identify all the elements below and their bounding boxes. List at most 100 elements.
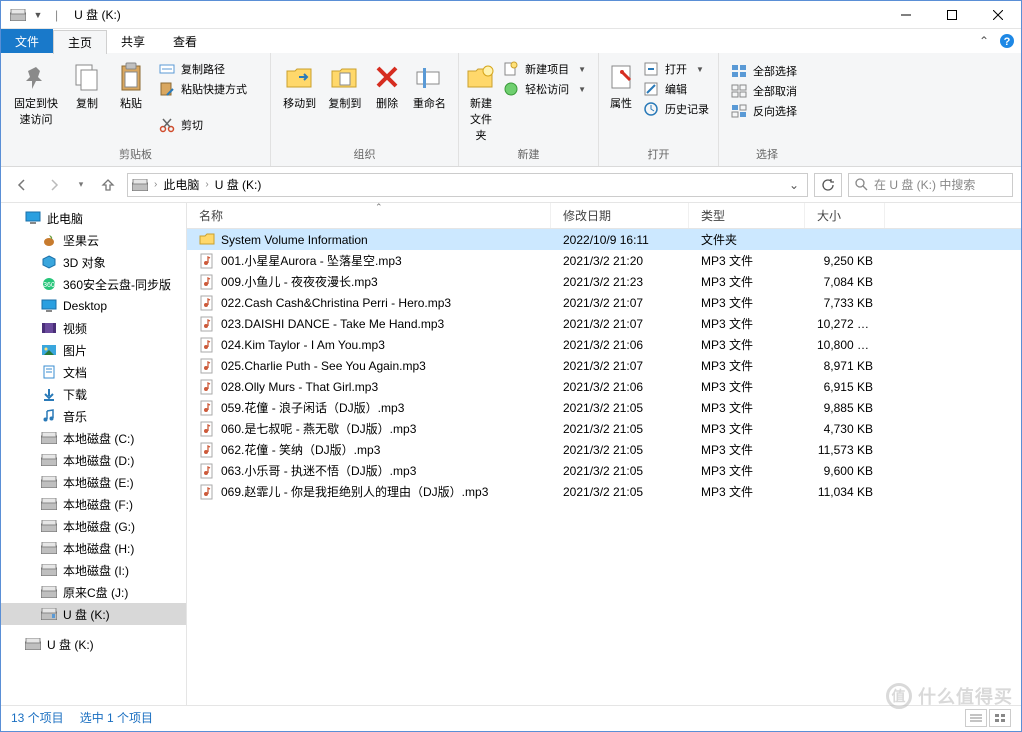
col-size[interactable]: 大小 (805, 203, 885, 228)
edit-button[interactable]: 编辑 (643, 81, 709, 97)
easy-access-button[interactable]: 轻松访问▼ (503, 81, 586, 97)
nav-item[interactable]: Desktop (1, 295, 186, 317)
file-row[interactable]: 062.花僮 - 笑纳（DJ版）.mp32021/3/2 21:05MP3 文件… (187, 439, 1021, 460)
copy-button[interactable]: 复制 (65, 57, 109, 144)
nav-item[interactable]: 本地磁盘 (H:) (1, 537, 186, 559)
copy-path-button[interactable]: 复制路径 (159, 61, 247, 77)
rename-button[interactable]: 重命名 (407, 57, 452, 144)
file-row[interactable]: 060.是七叔呢 - 燕无歇（DJ版）.mp32021/3/2 21:05MP3… (187, 418, 1021, 439)
window-title: U 盘 (K:) (66, 6, 121, 23)
nav-item-label: 本地磁盘 (H:) (63, 540, 134, 557)
breadcrumb-pc[interactable]: 此电脑 (163, 176, 199, 193)
mp3-file-icon (199, 358, 215, 374)
nav-item[interactable]: 本地磁盘 (C:) (1, 427, 186, 449)
file-row[interactable]: 028.Olly Murs - That Girl.mp32021/3/2 21… (187, 376, 1021, 397)
file-row[interactable]: 069.赵霏儿 - 你是我拒绝别人的理由（DJ版）.mp32021/3/2 21… (187, 481, 1021, 502)
col-type[interactable]: 类型 (689, 203, 805, 228)
back-button[interactable] (9, 172, 35, 198)
nav-item[interactable]: 本地磁盘 (G:) (1, 515, 186, 537)
search-icon (855, 178, 868, 191)
address-dropdown[interactable]: ⌄ (785, 178, 803, 192)
invert-selection-button[interactable]: 反向选择 (731, 103, 797, 119)
nav-item[interactable]: 3D 对象 (1, 251, 186, 273)
file-name: 059.花僮 - 浪子闲话（DJ版）.mp3 (221, 399, 404, 416)
col-name[interactable]: 名称 (187, 203, 551, 228)
delete-button[interactable]: 删除 (367, 57, 406, 144)
nav-item[interactable]: 本地磁盘 (F:) (1, 493, 186, 515)
select-all-button[interactable]: 全部选择 (731, 63, 797, 79)
search-input[interactable]: 在 U 盘 (K:) 中搜索 (848, 173, 1013, 197)
tab-share[interactable]: 共享 (107, 29, 159, 53)
qat-dropdown-icon[interactable]: ▼ (29, 6, 47, 24)
tab-file[interactable]: 文件 (1, 29, 53, 53)
new-folder-button[interactable]: 新建 文件夹 (465, 57, 497, 144)
tab-view[interactable]: 查看 (159, 29, 211, 53)
nav-item[interactable]: 本地磁盘 (I:) (1, 559, 186, 581)
help-icon[interactable]: ? (999, 33, 1015, 49)
file-list[interactable]: System Volume Information2022/10/9 16:11… (187, 229, 1021, 705)
move-to-button[interactable]: 移动到 (277, 57, 322, 144)
history-button[interactable]: 历史记录 (643, 101, 709, 117)
nav-item[interactable]: 图片 (1, 339, 186, 361)
new-item-button[interactable]: 新建项目▼ (503, 61, 586, 77)
drive-icon (41, 562, 57, 578)
file-row[interactable]: 009.小鱼儿 - 夜夜夜漫长.mp32021/3/2 21:23MP3 文件7… (187, 271, 1021, 292)
file-type: MP3 文件 (689, 441, 805, 458)
nav-item[interactable]: 音乐 (1, 405, 186, 427)
group-organize-label: 组织 (277, 144, 452, 166)
file-row[interactable]: 024.Kim Taylor - I Am You.mp32021/3/2 21… (187, 334, 1021, 355)
group-clipboard-label: 剪贴板 (7, 144, 264, 166)
file-row[interactable]: 063.小乐哥 - 执迷不悟（DJ版）.mp32021/3/2 21:05MP3… (187, 460, 1021, 481)
address-bar[interactable]: › 此电脑 › U 盘 (K:) ⌄ (127, 173, 808, 197)
cut-button[interactable]: 剪切 (159, 117, 247, 133)
usb-drive-icon (25, 636, 41, 652)
recent-dropdown[interactable]: ▾ (73, 172, 89, 198)
maximize-button[interactable] (929, 1, 975, 29)
nav-item-label: 文档 (63, 364, 87, 381)
file-row[interactable]: System Volume Information2022/10/9 16:11… (187, 229, 1021, 250)
view-icons-button[interactable] (989, 709, 1011, 727)
minimize-button[interactable] (883, 1, 929, 29)
close-button[interactable] (975, 1, 1021, 29)
ribbon-collapse-icon[interactable]: ⌃ (979, 34, 989, 48)
copy-to-button[interactable]: 复制到 (322, 57, 367, 144)
chevron-right-icon[interactable]: › (152, 179, 159, 190)
paste-shortcut-button[interactable]: 粘贴快捷方式 (159, 81, 247, 97)
file-row[interactable]: 025.Charlie Puth - See You Again.mp32021… (187, 355, 1021, 376)
file-row[interactable]: 022.Cash Cash&Christina Perri - Hero.mp3… (187, 292, 1021, 313)
refresh-button[interactable] (814, 173, 842, 197)
properties-button[interactable]: 属性 (605, 57, 637, 144)
nav-item[interactable]: 本地磁盘 (E:) (1, 471, 186, 493)
nav-item-label: 本地磁盘 (G:) (63, 518, 135, 535)
view-details-button[interactable] (965, 709, 987, 727)
nav-pane[interactable]: 此电脑 坚果云3D 对象360360安全云盘-同步版Desktop视频图片文档下… (1, 203, 187, 705)
nav-item[interactable]: 360360安全云盘-同步版 (1, 273, 186, 295)
file-row[interactable]: 059.花僮 - 浪子闲话（DJ版）.mp32021/3/2 21:05MP3 … (187, 397, 1021, 418)
paste-button[interactable]: 粘贴 (109, 57, 153, 144)
nav-item[interactable]: 视频 (1, 317, 186, 339)
file-type: 文件夹 (689, 231, 805, 248)
forward-button[interactable] (41, 172, 67, 198)
chevron-right-icon[interactable]: › (203, 179, 210, 190)
select-none-button[interactable]: 全部取消 (731, 83, 797, 99)
nav-item-label: 本地磁盘 (I:) (63, 562, 129, 579)
up-button[interactable] (95, 172, 121, 198)
nav-extra-drive[interactable]: U 盘 (K:) (1, 633, 186, 655)
column-header[interactable]: 名称 ⌃ 修改日期 类型 大小 (187, 203, 1021, 229)
nav-this-pc[interactable]: 此电脑 (1, 207, 186, 229)
open-menu-button[interactable]: 打开▼ (643, 61, 709, 77)
file-row[interactable]: 001.小星星Aurora - 坠落星空.mp32021/3/2 21:20MP… (187, 250, 1021, 271)
nav-item[interactable]: U 盘 (K:) (1, 603, 186, 625)
pin-quick-access-button[interactable]: 固定到快 速访问 (7, 57, 65, 144)
file-row[interactable]: 023.DAISHI DANCE - Take Me Hand.mp32021/… (187, 313, 1021, 334)
nav-item[interactable]: 下载 (1, 383, 186, 405)
col-date[interactable]: 修改日期 (551, 203, 689, 228)
file-pane: 名称 ⌃ 修改日期 类型 大小 System Volume Informatio… (187, 203, 1021, 705)
tab-home[interactable]: 主页 (53, 30, 107, 54)
nav-item[interactable]: 本地磁盘 (D:) (1, 449, 186, 471)
nav-item[interactable]: 坚果云 (1, 229, 186, 251)
nav-item[interactable]: 原来C盘 (J:) (1, 581, 186, 603)
nav-item[interactable]: 文档 (1, 361, 186, 383)
sort-asc-icon: ⌃ (375, 203, 383, 213)
breadcrumb-drive[interactable]: U 盘 (K:) (215, 176, 262, 193)
